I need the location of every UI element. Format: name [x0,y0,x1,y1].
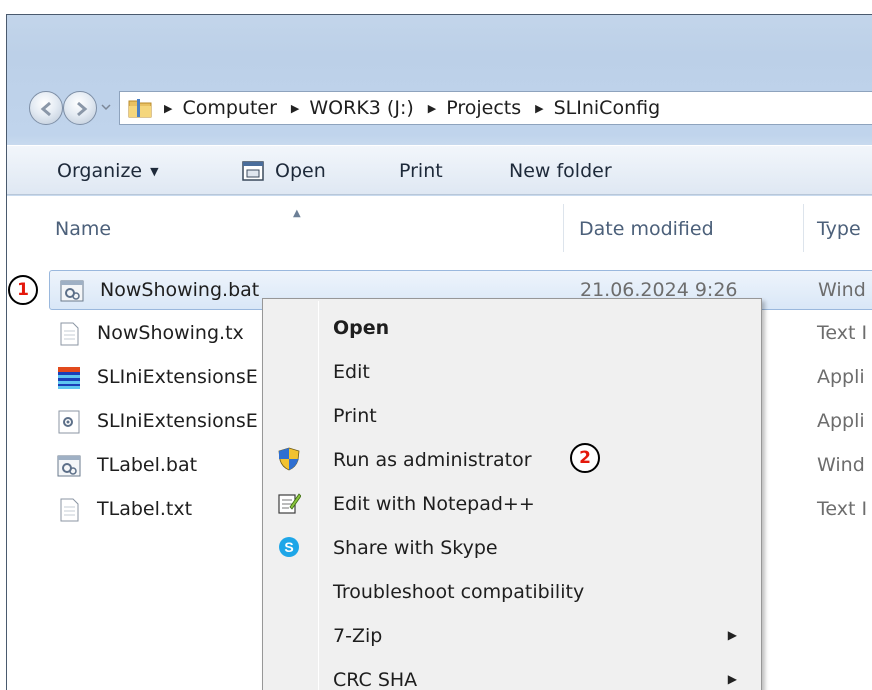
menu-item-share-with-skype[interactable]: S Share with Skype [265,525,759,569]
file-type: Wind [818,279,866,301]
back-arrow-icon [40,101,51,117]
command-bar: Organize ▼ Open Print New folder [7,145,872,195]
svg-text:S: S [284,539,293,555]
notepad-plus-plus-icon [278,493,301,514]
batch-file-icon [57,455,81,477]
file-name: NowShowing.bat [100,279,260,301]
address-row: ▶ Computer ▶ WORK3 (J:) ▶ Projects ▶ SLIniCo… [19,87,872,127]
open-button[interactable]: Open [241,160,326,182]
chevron-down-icon: ▼ [150,164,159,178]
application-icon [58,367,80,389]
column-header-name[interactable]: Name [55,218,111,240]
uac-shield-icon [278,447,300,471]
menu-item-edit[interactable]: Edit [265,349,759,393]
organize-button[interactable]: Organize ▼ [57,160,159,182]
menu-item-troubleshoot-compatibility[interactable]: Troubleshoot compatibility [265,569,759,613]
breadcrumb: ▶ Computer ▶ WORK3 (J:) ▶ Projects ▶ SLIniCo… [162,97,660,119]
file-type: Appli [817,366,865,388]
breadcrumb-item-projects[interactable]: ▶ Projects [426,97,521,119]
submenu-arrow-icon: ▶ [727,628,737,642]
folder-icon [128,99,152,118]
menu-item-open[interactable]: Open [265,305,759,349]
file-name: SLIniExtensionsE [97,410,258,432]
column-divider[interactable] [563,204,564,252]
open-window-icon [242,161,264,181]
forward-arrow-icon [77,101,88,117]
menu-item-run-as-administrator[interactable]: Run as administrator [265,437,759,481]
text-file-icon [60,322,79,346]
batch-file-icon [60,280,84,302]
recent-pages-dropdown-icon[interactable] [99,97,113,117]
chevron-right-icon[interactable]: ▶ [428,102,436,115]
menu-item-edit-with-notepad-plus-plus[interactable]: Edit with Notepad++ [265,481,759,525]
breadcrumb-item-computer[interactable]: ▶ Computer [162,97,277,119]
menu-item-7-zip[interactable]: 7-Zip ▶ [265,613,759,657]
submenu-arrow-icon: ▶ [727,672,737,686]
context-menu: Open Edit Print Run as administrator Edi… [262,298,762,690]
new-folder-button[interactable]: New folder [509,160,612,182]
callout-badge-2: 2 [570,443,600,473]
column-header-date-modified[interactable]: Date modified [579,218,714,240]
file-type: Text I [817,322,868,344]
file-name: NowShowing.tx [97,322,244,344]
chevron-right-icon[interactable]: ▶ [164,102,172,115]
gear-file-icon [58,410,80,434]
sort-ascending-icon: ▲ [293,208,301,219]
text-file-icon [60,498,79,522]
column-header-type[interactable]: Type [817,218,861,240]
menu-item-print[interactable]: Print [265,393,759,437]
file-name: TLabel.bat [97,454,198,476]
callout-badge-1: 1 [8,275,38,305]
forward-button[interactable] [63,91,97,125]
file-name: SLIniExtensionsE [97,366,258,388]
back-button[interactable] [29,91,63,125]
file-name: TLabel.txt [97,498,193,520]
chevron-right-icon[interactable]: ▶ [291,102,299,115]
breadcrumb-item-sliniconfig[interactable]: ▶ SLIniConfig [533,97,660,119]
chevron-right-icon[interactable]: ▶ [535,102,543,115]
menu-item-crc-sha[interactable]: CRC SHA ▶ [265,657,759,690]
title-bar [7,15,872,79]
address-bar[interactable]: ▶ Computer ▶ WORK3 (J:) ▶ Projects ▶ SLIniCo… [119,91,872,125]
skype-icon: S [279,537,299,557]
print-button[interactable]: Print [399,160,443,182]
breadcrumb-item-work3[interactable]: ▶ WORK3 (J:) [289,97,414,119]
file-type: Text I [817,498,868,520]
column-divider[interactable] [803,204,804,252]
column-header-row: ▲ Name Date modified Type [7,196,872,252]
file-type: Wind [817,454,865,476]
file-type: Appli [817,410,865,432]
